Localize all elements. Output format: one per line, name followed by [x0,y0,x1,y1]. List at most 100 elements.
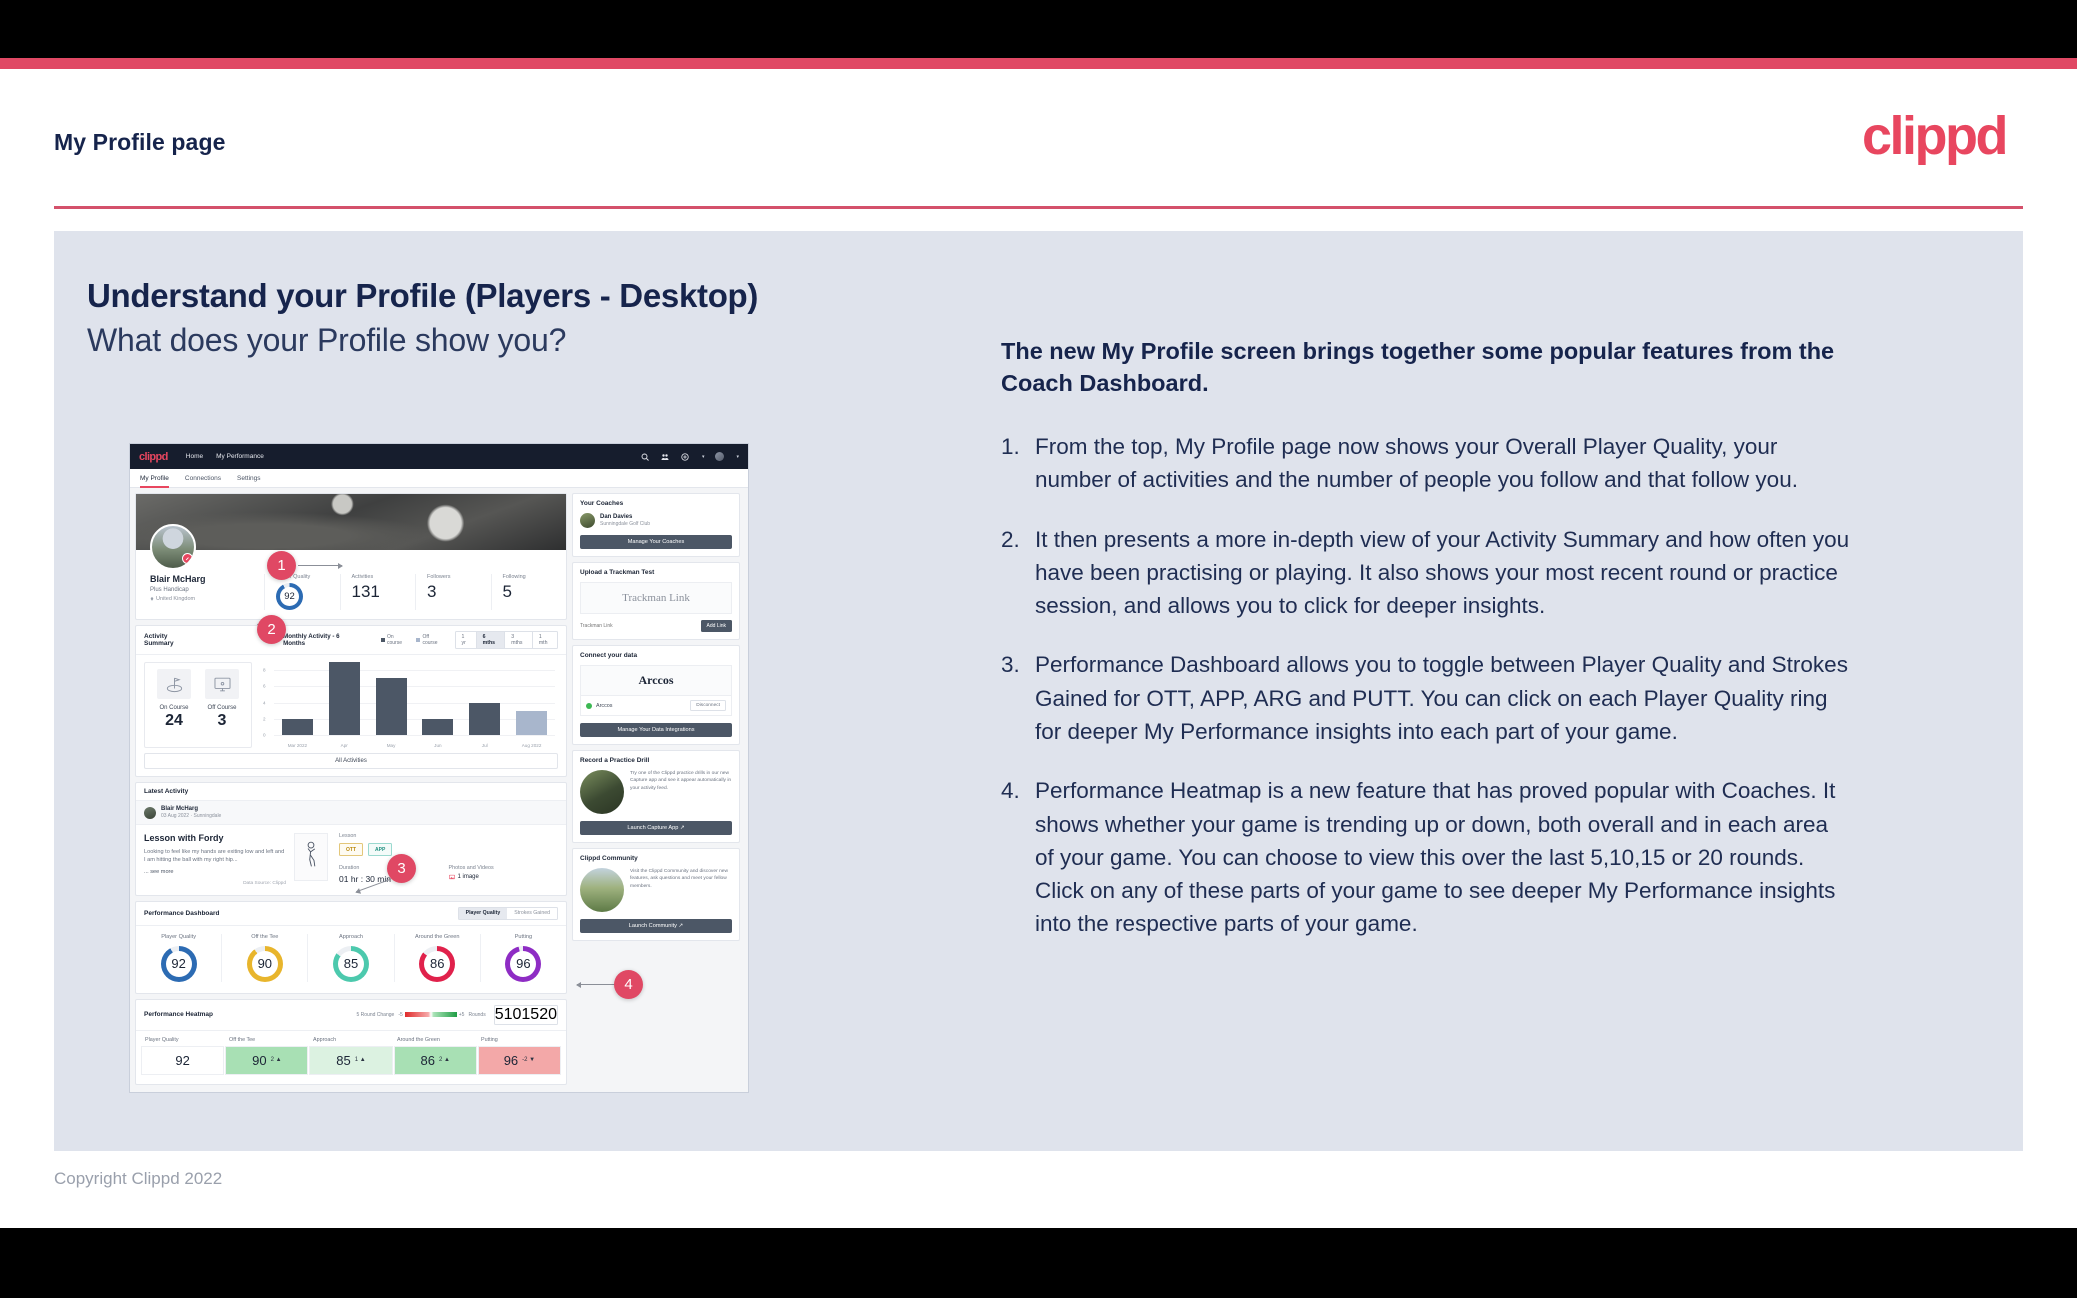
tab-connections[interactable]: Connections [185,469,221,488]
app-logo: clippd [139,450,168,463]
activity-thumbnail[interactable] [294,833,328,881]
avatar-icon[interactable] [715,452,725,461]
rounds-5[interactable]: 5 [495,1006,504,1024]
performance-ring-cell[interactable]: Player Quality 92 [136,933,223,982]
tab-settings[interactable]: Settings [237,469,261,488]
heatmap-cell[interactable]: 85 1 ▲ [309,1045,393,1075]
practice-thumbnail [580,770,624,814]
performance-ring-cell[interactable]: Off the Tee 90 [222,933,309,982]
stat-label: Activities [351,574,374,580]
community-icon[interactable] [661,452,670,461]
performance-ring-cell[interactable]: Approach 85 [308,933,395,982]
chart-bar-column[interactable] [516,662,547,735]
chart-bar[interactable] [422,718,454,735]
tile-on-course[interactable]: On Course 24 [152,669,196,741]
chart-bar-column[interactable] [469,662,501,735]
chart-legend: On course Off course [380,634,445,646]
y-axis-tick: 4 [263,700,266,706]
tag-app[interactable]: APP [368,843,393,856]
chart-bar[interactable] [328,662,360,735]
ring-graphic[interactable]: 92 [160,945,197,982]
chevron-down-icon[interactable]: ▾ [702,454,705,460]
toggle-strokes-gained[interactable]: Strokes Gained [507,908,557,919]
range-1mth[interactable]: 1 mth [533,632,557,648]
see-more-link[interactable]: ... see more [144,869,286,875]
x-axis-label: May [386,743,396,748]
app-nav-right: ▾ ▾ [641,452,739,461]
chart-bar[interactable] [469,702,501,735]
trackman-link-input[interactable] [580,623,697,629]
chevron-down-icon[interactable]: ▾ [736,454,739,460]
range-3mths[interactable]: 3 mths [505,632,533,648]
heatmap-scale: 5 Round Change -5 +5 Rounds 5 10 15 20 [357,1004,558,1025]
player-quality-ring[interactable]: 92 [276,583,303,610]
chart-bar-column[interactable] [422,662,454,735]
chart-bar[interactable] [281,718,313,735]
x-axis-label: Aug 2022 [521,743,542,748]
latest-activity-user[interactable]: Blair McHarg 03 Aug 2022 · Sunningdale [136,801,566,825]
range-1yr[interactable]: 1 yr [456,632,477,648]
monthly-activity-chart[interactable]: 8 6 4 2 0 Mar 2022 Apr May Jun Jul Aug 2022 [261,662,558,748]
app-body: Blair McHarg Plus Handicap United Kingdo… [130,488,748,1092]
disconnect-button[interactable]: Disconnect [690,700,726,711]
x-axis-label: Mar 2022 [287,743,308,748]
activity-detail-column: Lesson OTT APP Duration 01 hr : 30 min P… [328,833,558,886]
app-top-nav: clippd Home My Performance ▾ ▾ [130,444,748,469]
launch-community-button[interactable]: Launch Community ↗ [580,919,732,933]
rounds-15[interactable]: 15 [521,1006,539,1024]
rounds-10[interactable]: 10 [504,1006,522,1024]
ring-graphic[interactable]: 96 [505,945,542,982]
heatmap-cell[interactable]: 92 [141,1045,225,1075]
toggle-player-quality[interactable]: Player Quality [458,907,508,919]
nav-link-my-performance[interactable]: My Performance [216,453,264,460]
coach-avatar [580,513,595,528]
manage-coaches-button[interactable]: Manage Your Coaches [580,535,732,549]
all-activities-button[interactable]: All Activities [144,753,558,769]
stat-followers[interactable]: Followers 3 [415,574,491,610]
photos-value: 1 image [457,874,479,880]
chart-bar[interactable] [516,710,547,735]
rounds-selector[interactable]: 5 10 15 20 [493,1004,558,1025]
cover-photo [136,494,566,570]
profile-avatar[interactable] [150,524,196,570]
range-selector[interactable]: 1 yr 6 mths 3 mths 1 mth [454,631,558,649]
ring-graphic[interactable]: 90 [246,945,283,982]
heatmap-column-label: Putting [481,1036,498,1043]
nav-link-home[interactable]: Home [186,453,203,460]
chart-bar-column[interactable] [375,662,407,735]
stat-label: Followers [427,574,451,580]
tile-off-course[interactable]: Off Course 3 [200,669,244,741]
tag-ott[interactable]: OTT [339,843,363,856]
add-link-button[interactable]: Add Link [700,620,732,632]
heatmap-cell[interactable]: 86 2 ▲ [393,1045,477,1075]
chart-title: Monthly Activity - 6 Months [283,633,340,647]
dashboard-metric-toggle[interactable]: Player Quality Strokes Gained [457,906,558,920]
tab-my-profile[interactable]: My Profile [140,469,169,488]
ring-value: 86 [429,956,445,972]
stat-player-quality[interactable]: Player Quality 92 [264,574,340,610]
chart-bar[interactable] [375,678,407,735]
performance-ring-cell[interactable]: Putting 96 [481,934,566,982]
heatmap-cell[interactable]: 96 -2 ▼ [477,1045,562,1075]
ring-graphic[interactable]: 86 [419,945,456,982]
list-item: 2. It then presents a more in-depth view… [1001,523,1851,623]
performance-dashboard-title: Performance Dashboard [144,909,220,917]
performance-ring-cell[interactable]: Around the Green 86 [395,933,481,982]
edit-avatar-icon[interactable] [182,553,193,564]
launch-capture-app-button[interactable]: Launch Capture App ↗ [580,821,732,835]
trackman-card: Upload a Trackman Test Trackman Link Add… [572,562,740,640]
chart-bar-column[interactable] [281,662,313,735]
stat-following[interactable]: Following 5 [490,574,567,610]
performance-dashboard-header: Performance Dashboard Player Quality Str… [136,902,566,926]
search-icon[interactable] [641,452,650,461]
heatmap-cell[interactable]: 90 2 ▲ [225,1045,309,1075]
add-circle-icon[interactable] [681,452,690,461]
stat-activities[interactable]: Activities 131 [339,574,416,610]
chart-bar-column[interactable] [328,662,360,735]
callout-marker-4: 4 [614,970,643,999]
ring-graphic[interactable]: 85 [333,945,369,982]
user-meta: 03 Aug 2022 · Sunningdale [161,813,222,819]
manage-integrations-button[interactable]: Manage Your Data Integrations [580,723,732,737]
rounds-20[interactable]: 20 [539,1006,557,1024]
range-6mths[interactable]: 6 mths [476,632,506,648]
